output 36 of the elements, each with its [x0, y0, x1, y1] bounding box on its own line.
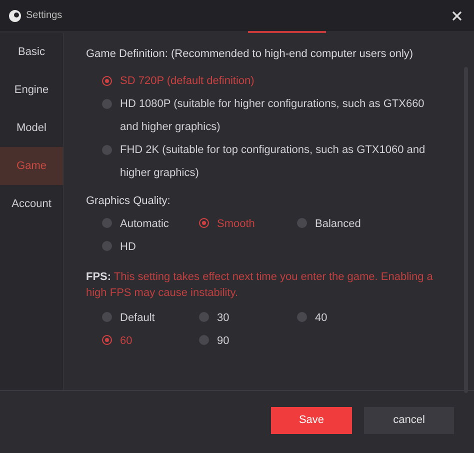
radio-button[interactable]	[102, 218, 112, 228]
option-label: FHD 2K (suitable for top configurations, such as GTX1060 and higher graphics)	[120, 143, 426, 181]
sidebar-item[interactable]: Engine	[0, 71, 63, 109]
save-button[interactable]: Save	[271, 406, 352, 434]
option-label: SD 720P (default definition)	[120, 74, 256, 89]
radio-button[interactable]	[199, 335, 209, 346]
radio-button[interactable]	[102, 145, 112, 155]
option-label: Automatic	[120, 218, 169, 230]
app-logo-icon	[9, 10, 21, 22]
radio-button[interactable]	[102, 312, 112, 322]
radio-button[interactable]	[199, 218, 209, 228]
sidebar-item[interactable]: Model	[0, 109, 63, 147]
section-heading: Game Definition: (Recommended to high-end computer users only)	[86, 48, 414, 60]
section-heading: Graphics Quality:	[86, 195, 172, 207]
close-icon[interactable]	[452, 10, 462, 20]
window-title: Settings	[26, 10, 62, 21]
sidebar-item[interactable]: Basic	[0, 33, 63, 71]
option-label: Smooth	[217, 218, 255, 230]
radio-button[interactable]	[102, 241, 112, 252]
fps-description: FPS: This setting takes effect next time you enter the game. Enabling a high FPS may cause instability.	[86, 270, 434, 301]
option-label: 90	[217, 335, 230, 347]
sidebar-item[interactable]: Account	[0, 185, 63, 223]
option-label: 30	[217, 312, 230, 324]
option-label: HD	[120, 241, 136, 253]
radio-button[interactable]	[102, 76, 112, 86]
option-label: 40	[315, 312, 328, 324]
radio-button[interactable]	[102, 99, 112, 109]
cancel-button[interactable]: cancel	[364, 406, 454, 434]
radio-button[interactable]	[102, 335, 112, 346]
option-label: 60	[120, 335, 132, 347]
option-label: HD 1080P (suitable for higher configurations, such as GTX660 and higher graphics)	[120, 97, 426, 135]
radio-button[interactable]	[297, 312, 307, 322]
radio-button[interactable]	[297, 218, 307, 228]
option-label: Balanced	[315, 218, 361, 230]
option-label: Default	[120, 312, 155, 324]
radio-button[interactable]	[199, 312, 209, 322]
